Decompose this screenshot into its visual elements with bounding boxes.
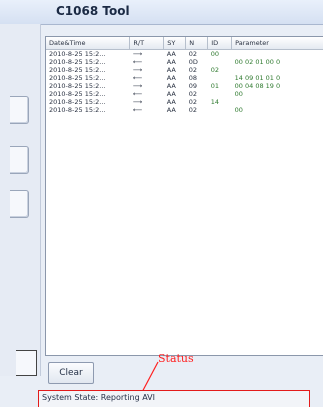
table-cell: 02 — [188, 50, 198, 58]
table-row[interactable]: 2010-8-25 15:2... ⟶ AA 02 14 — [46, 98, 323, 106]
table-cell: AA — [166, 50, 176, 58]
clear-button[interactable]: Clear — [48, 362, 94, 384]
message-log-table: Date&Time R/T SY N ID Parameter 2010-8-25 15:… — [46, 37, 323, 114]
table-row[interactable]: 2010-8-25 15:2... ⟵ AA 0D 00 02 01 00 0 — [46, 58, 323, 66]
table-row[interactable]: 2010-8-25 15:2... ⟵ AA 02 00 — [46, 90, 323, 98]
table-cell: ⟶ — [132, 98, 143, 106]
table-cell: AA — [166, 98, 176, 106]
table-cell: ⟵ — [132, 58, 143, 66]
table-cell — [208, 58, 232, 66]
table-cell: AA — [166, 82, 176, 90]
table-cell: AA — [166, 90, 176, 98]
side-button-1[interactable] — [10, 96, 29, 124]
table-cell: 0D — [188, 58, 198, 66]
table-cell: 02 — [188, 90, 198, 98]
table-cell: ⟶ — [132, 66, 143, 74]
table-cell — [232, 66, 323, 74]
table-cell: 14 — [210, 98, 219, 106]
table-cell: ⟵ — [132, 90, 143, 98]
table-cell — [232, 98, 323, 106]
table-cell: AA — [166, 66, 176, 74]
table-cell: 01 — [210, 82, 219, 90]
table-cell: 2010-8-25 15:2... — [49, 90, 106, 98]
table-cell: 09 — [188, 82, 198, 90]
table-cell: 2010-8-25 15:2... — [49, 74, 106, 82]
title-bar: C1068 Tool — [0, 0, 323, 25]
table-cell: AA — [166, 74, 176, 82]
column-header[interactable]: Parameter — [231, 37, 323, 50]
table-cell: 2010-8-25 15:2... — [49, 66, 106, 74]
table-cell: 00 — [210, 50, 219, 58]
column-header[interactable]: N — [185, 37, 209, 50]
table-row[interactable]: 2010-8-25 15:2... ⟵ AA 02 00 — [46, 106, 323, 114]
table-cell: 00 — [234, 106, 243, 114]
table-row[interactable]: 2010-8-25 15:2... ⟶ AA 09 01 00 04 08 19 0 — [46, 82, 323, 90]
column-header[interactable]: SY — [163, 37, 187, 50]
column-header[interactable]: R/T — [129, 37, 165, 50]
table-cell: 00 — [234, 90, 243, 98]
table-cell: 2010-8-25 15:2... — [49, 82, 106, 90]
table-cell — [232, 50, 323, 59]
left-panel — [0, 24, 41, 376]
table-cell: 2010-8-25 15:2... — [49, 50, 106, 58]
table-cell: ⟵ — [132, 74, 143, 82]
table-cell: 14 09 01 01 0 — [234, 74, 281, 82]
table-cell: 2010-8-25 15:2... — [49, 58, 106, 66]
table-row[interactable]: 2010-8-25 15:2... ⟶ AA 02 02 — [46, 66, 323, 74]
table-cell: 02 — [210, 66, 219, 74]
side-button-2[interactable] — [10, 146, 29, 174]
window-title: C1068 Tool — [56, 4, 130, 18]
table-cell: ⟶ — [132, 82, 143, 90]
side-button-3[interactable] — [10, 190, 29, 218]
column-header[interactable]: ID — [207, 37, 233, 50]
status-text: System State: Reporting AVI — [42, 393, 156, 402]
status-bar: System State: Reporting AVI — [38, 390, 310, 407]
table-cell: 00 04 08 19 0 — [234, 82, 281, 90]
table-cell: ⟶ — [132, 50, 143, 58]
table-cell — [208, 106, 232, 114]
table-cell — [208, 90, 232, 98]
table-cell: 02 — [188, 66, 198, 74]
table-cell: 02 — [188, 106, 198, 114]
table-row[interactable]: 2010-8-25 15:2... ⟵ AA 08 14 09 01 01 0 — [46, 74, 323, 82]
annotation-label: Status — [158, 352, 194, 365]
table-cell — [208, 74, 232, 82]
table-row[interactable]: 2010-8-25 15:2... ⟶ AA 02 00 — [46, 50, 323, 59]
table-cell: AA — [166, 106, 176, 114]
table-cell: 2010-8-25 15:2... — [49, 98, 106, 106]
table-cell: 00 02 01 00 0 — [234, 58, 281, 66]
table-cell: ⟵ — [132, 106, 143, 114]
table-cell: 02 — [188, 98, 198, 106]
column-header[interactable]: Date&Time — [46, 37, 131, 50]
message-log-grid[interactable]: Date&Time R/T SY N ID Parameter 2010-8-25 15:… — [45, 36, 323, 356]
table-cell: 08 — [188, 74, 198, 82]
side-button-bottom[interactable] — [16, 350, 37, 376]
grid-header-row: Date&Time R/T SY N ID Parameter — [46, 37, 323, 50]
table-cell: AA — [166, 58, 176, 66]
table-cell: 2010-8-25 15:2... — [49, 106, 106, 114]
